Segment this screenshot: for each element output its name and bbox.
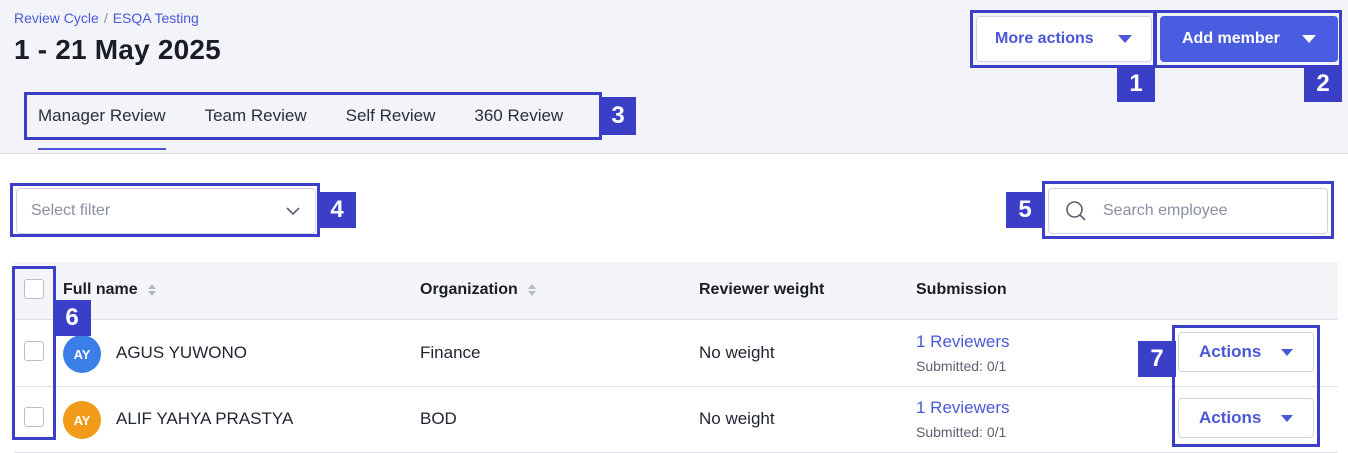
breadcrumb-current-link[interactable]: ESQA Testing bbox=[113, 10, 199, 26]
sort-icon[interactable] bbox=[527, 284, 536, 296]
avatar: AY bbox=[63, 401, 101, 439]
annotation-box-3 bbox=[24, 92, 602, 140]
avatar: AY bbox=[63, 335, 101, 373]
weight-value: No weight bbox=[699, 409, 775, 428]
column-label: Full name bbox=[63, 281, 138, 298]
employee-name: ALIF YAHYA PRASTYA bbox=[116, 409, 294, 428]
annotation-box-7 bbox=[1172, 325, 1320, 447]
annotation-badge-4: 4 bbox=[318, 192, 356, 228]
employee-name: AGUS YUWONO bbox=[116, 343, 247, 362]
annotation-badge-7: 7 bbox=[1138, 341, 1176, 377]
column-organization[interactable]: Organization bbox=[420, 281, 536, 299]
page-title: 1 - 21 May 2025 bbox=[14, 34, 221, 65]
annotation-box-2 bbox=[1154, 10, 1342, 68]
column-submission: Submission bbox=[916, 281, 1007, 298]
annotation-badge-6: 6 bbox=[53, 300, 91, 336]
table-row: AY ALIF YAHYA PRASTYA BOD No weight 1 Re… bbox=[14, 387, 1338, 453]
organization-value: Finance bbox=[420, 343, 481, 362]
submission-status: Submitted: 0/1 bbox=[916, 358, 1007, 374]
column-full-name[interactable]: Full name bbox=[63, 281, 156, 299]
breadcrumb: Review Cycle / ESQA Testing bbox=[14, 10, 199, 26]
column-reviewer-weight: Reviewer weight bbox=[699, 281, 825, 298]
sort-icon[interactable] bbox=[147, 284, 156, 296]
breadcrumb-separator: / bbox=[103, 10, 108, 26]
organization-value: BOD bbox=[420, 409, 457, 428]
annotation-badge-5: 5 bbox=[1006, 192, 1044, 228]
annotation-box-5 bbox=[1042, 181, 1334, 239]
table-header: Full name Organization Reviewer weight S… bbox=[14, 262, 1338, 320]
reviewers-link[interactable]: 1 Reviewers bbox=[916, 398, 1010, 418]
submission-status: Submitted: 0/1 bbox=[916, 424, 1007, 440]
annotation-box-1 bbox=[970, 10, 1156, 68]
weight-value: No weight bbox=[699, 343, 775, 362]
annotation-badge-3: 3 bbox=[600, 97, 636, 135]
annotation-box-4 bbox=[10, 183, 320, 237]
annotation-badge-2: 2 bbox=[1304, 66, 1342, 102]
reviewers-link[interactable]: 1 Reviewers bbox=[916, 332, 1010, 352]
annotation-box-6 bbox=[12, 266, 56, 440]
breadcrumb-parent-link[interactable]: Review Cycle bbox=[14, 10, 99, 26]
annotation-badge-1: 1 bbox=[1117, 66, 1155, 102]
column-label: Organization bbox=[420, 281, 518, 298]
